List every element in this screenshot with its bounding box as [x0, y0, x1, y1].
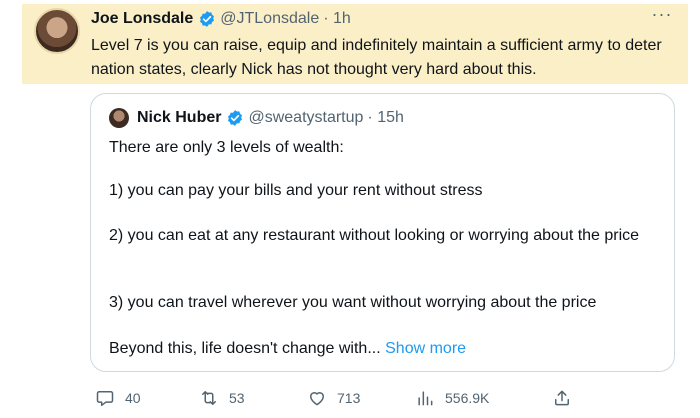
tweet-card[interactable]: Joe Lonsdale @JTLonsdale · 1h ··· Level … — [0, 0, 700, 418]
retweet-button[interactable]: 53 — [199, 386, 245, 410]
views-chart-icon — [418, 391, 433, 406]
quoted-line-level-1: 1) you can pay your bills and your rent … — [109, 182, 483, 199]
reply-count: 40 — [125, 390, 141, 406]
quoted-line-intro: There are only 3 levels of wealth: — [109, 139, 344, 156]
action-bar: 40 53 713 556.9K — [95, 386, 585, 410]
quoted-author-name[interactable]: Nick Huber — [137, 109, 221, 127]
share-button[interactable] — [552, 386, 582, 410]
like-count: 713 — [337, 390, 361, 406]
quoted-line-level-3: 3) you can travel wherever you want with… — [109, 294, 597, 311]
quoted-line-level-2: 2) you can eat at any restaurant without… — [109, 227, 640, 244]
retweet-icon — [202, 391, 216, 405]
quoted-header: Nick Huber @sweatystartup · 15h — [109, 108, 404, 128]
share-icon — [555, 390, 569, 406]
verified-badge-icon — [228, 110, 243, 126]
author-avatar[interactable] — [34, 8, 80, 54]
tweet-header: Joe Lonsdale @JTLonsdale · 1h — [91, 9, 351, 29]
quoted-line-closing: Beyond this, life doesn't change with...… — [109, 337, 659, 361]
views-button[interactable]: 556.9K — [415, 386, 489, 410]
retweet-count: 53 — [229, 390, 245, 406]
quoted-truncated-text: Beyond this, life doesn't change with... — [109, 340, 381, 357]
heart-icon — [310, 392, 324, 406]
quoted-tweet[interactable]: Nick Huber @sweatystartup · 15h There ar… — [90, 93, 675, 372]
reply-icon — [96, 391, 114, 407]
tweet-text: Level 7 is you can raise, equip and inde… — [91, 37, 662, 78]
more-options-icon[interactable]: ··· — [648, 5, 676, 27]
quoted-author-handle[interactable]: @sweatystartup — [248, 109, 363, 127]
author-name[interactable]: Joe Lonsdale — [91, 10, 193, 28]
verified-badge-icon — [200, 11, 215, 27]
show-more-link[interactable]: Show more — [385, 340, 466, 357]
tweet-time[interactable]: · 1h — [323, 10, 351, 28]
author-handle[interactable]: @JTLonsdale — [220, 10, 319, 28]
quoted-author-avatar[interactable] — [109, 108, 129, 128]
quoted-time[interactable]: · 15h — [367, 109, 403, 127]
like-button[interactable]: 713 — [307, 386, 360, 410]
reply-button[interactable]: 40 — [95, 386, 141, 410]
views-count: 556.9K — [445, 390, 490, 406]
